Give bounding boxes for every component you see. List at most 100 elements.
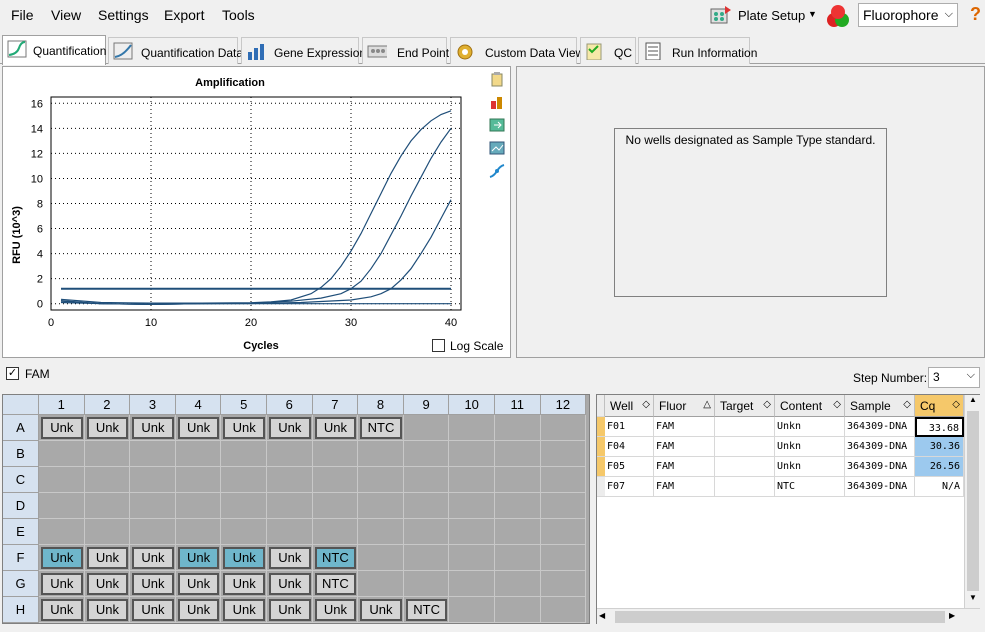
plate-well[interactable]: Unk <box>314 417 357 439</box>
row-selector[interactable] <box>597 437 605 457</box>
plate-well[interactable]: Unk <box>177 599 220 621</box>
plate-well[interactable]: Unk <box>223 599 265 621</box>
plate-well[interactable]: Unk <box>86 417 129 439</box>
menu-settings[interactable]: Settings <box>98 7 149 23</box>
table-cell[interactable]: F04 <box>605 437 654 457</box>
plate-well[interactable]: Unk <box>132 547 174 569</box>
plate-cell[interactable] <box>130 493 176 519</box>
plate-row-header[interactable]: F <box>3 545 39 571</box>
table-cell[interactable] <box>715 457 775 477</box>
sort-icon[interactable]: ◇ <box>903 399 911 410</box>
plate-cell[interactable] <box>495 493 541 519</box>
plate-cell[interactable] <box>403 519 450 545</box>
plate-cell[interactable] <box>130 519 176 545</box>
table-cell[interactable]: 364309-DNA <box>845 437 915 457</box>
scroll-left-icon[interactable]: ◀ <box>599 611 613 623</box>
table-cell[interactable]: FAM <box>654 477 715 497</box>
row-selector[interactable] <box>597 457 605 477</box>
plate-well[interactable]: NTC <box>360 417 402 439</box>
help-icon[interactable]: ? <box>970 4 981 25</box>
plate-well[interactable]: Unk <box>132 599 174 621</box>
plate-cell[interactable] <box>403 571 450 597</box>
plate-cell[interactable] <box>495 545 541 571</box>
plate-cell[interactable] <box>449 467 495 493</box>
plate-cell[interactable] <box>130 467 176 493</box>
table-cell[interactable] <box>715 477 775 497</box>
print-chart-icon[interactable] <box>489 140 505 156</box>
plate-cell[interactable] <box>540 493 587 519</box>
plate-cell[interactable] <box>449 441 495 467</box>
plate-cell[interactable] <box>358 519 404 545</box>
table-cell[interactable]: F01 <box>605 417 654 437</box>
plate-cell[interactable] <box>84 441 131 467</box>
plate-cell[interactable] <box>84 519 131 545</box>
plate-cell[interactable] <box>221 441 267 467</box>
plate-column-header[interactable]: 2 <box>84 395 131 415</box>
plate-well[interactable]: Unk <box>269 547 311 569</box>
sort-icon[interactable]: ◇ <box>642 399 650 410</box>
plate-row-header[interactable]: B <box>3 441 39 467</box>
plate-row-header[interactable]: G <box>3 571 39 597</box>
table-cell[interactable]: 364309-DNA <box>845 457 915 477</box>
row-selector[interactable] <box>597 477 605 497</box>
plate-column-header[interactable]: 9 <box>403 395 450 415</box>
plate-cell[interactable] <box>495 571 541 597</box>
plate-cell[interactable] <box>312 467 359 493</box>
menu-view[interactable]: View <box>51 7 81 23</box>
tab-gene-expression[interactable]: Gene Expression <box>241 37 366 64</box>
row-selector[interactable] <box>597 417 605 437</box>
plate-row-header[interactable]: A <box>3 415 39 441</box>
plate-cell[interactable] <box>495 441 541 467</box>
column-header-target[interactable]: Target ◇ <box>715 395 775 417</box>
table-cell[interactable]: Unkn <box>775 417 845 437</box>
plate-cell[interactable] <box>449 597 495 623</box>
plate-column-header[interactable]: 8 <box>358 395 404 415</box>
table-cell[interactable]: 33.68 <box>915 417 964 437</box>
tab-run-information[interactable]: Run Information <box>638 37 757 64</box>
table-cell[interactable]: 364309-DNA <box>845 477 915 497</box>
plate-cell[interactable] <box>312 493 359 519</box>
plate-cell[interactable] <box>540 545 587 571</box>
table-cell[interactable] <box>715 437 775 457</box>
plate-cell[interactable] <box>540 441 587 467</box>
plate-well[interactable]: NTC <box>314 573 357 595</box>
plate-cell[interactable] <box>267 467 313 493</box>
plate-well[interactable]: Unk <box>41 599 83 621</box>
plate-cell[interactable] <box>358 571 404 597</box>
plate-cell[interactable] <box>540 597 587 623</box>
scroll-up-icon[interactable]: ▲ <box>966 395 980 409</box>
plate-column-header[interactable]: 7 <box>312 395 359 415</box>
sort-icon[interactable]: ◇ <box>952 399 960 410</box>
scroll-right-icon[interactable]: ▶ <box>949 611 963 623</box>
menu-export[interactable]: Export <box>164 7 204 23</box>
scroll-thumb[interactable] <box>615 611 945 623</box>
plate-cell[interactable] <box>84 493 131 519</box>
plate-well[interactable]: Unk <box>41 573 83 595</box>
plate-cell[interactable] <box>39 493 85 519</box>
plate-cell[interactable] <box>312 519 359 545</box>
plate-cell[interactable] <box>449 519 495 545</box>
plate-well[interactable]: Unk <box>132 573 174 595</box>
plate-cell[interactable] <box>403 493 450 519</box>
plate-cell[interactable] <box>221 467 267 493</box>
plate-well[interactable]: NTC <box>405 599 448 621</box>
copy-icon[interactable] <box>489 71 505 87</box>
table-cell[interactable] <box>715 417 775 437</box>
plate-cell[interactable] <box>449 415 495 441</box>
plate-cell[interactable] <box>39 441 85 467</box>
column-header-cq[interactable]: Cq ◇ <box>915 395 964 417</box>
tab-quantification[interactable]: Quantification <box>2 35 106 65</box>
plate-column-header[interactable]: 12 <box>540 395 587 415</box>
plate-well[interactable]: Unk <box>132 417 174 439</box>
plate-cell[interactable] <box>358 493 404 519</box>
plate-well[interactable]: Unk <box>86 573 129 595</box>
plate-cell[interactable] <box>175 519 222 545</box>
plate-cell[interactable] <box>495 519 541 545</box>
menu-tools[interactable]: Tools <box>222 7 255 23</box>
tab-quantification-data[interactable]: Quantification Data <box>108 37 243 64</box>
plate-cell[interactable] <box>540 571 587 597</box>
table-cell[interactable]: Unkn <box>775 457 845 477</box>
sort-icon[interactable]: ◇ <box>833 399 841 410</box>
plate-well[interactable]: Unk <box>269 417 311 439</box>
plate-well[interactable]: Unk <box>223 417 265 439</box>
